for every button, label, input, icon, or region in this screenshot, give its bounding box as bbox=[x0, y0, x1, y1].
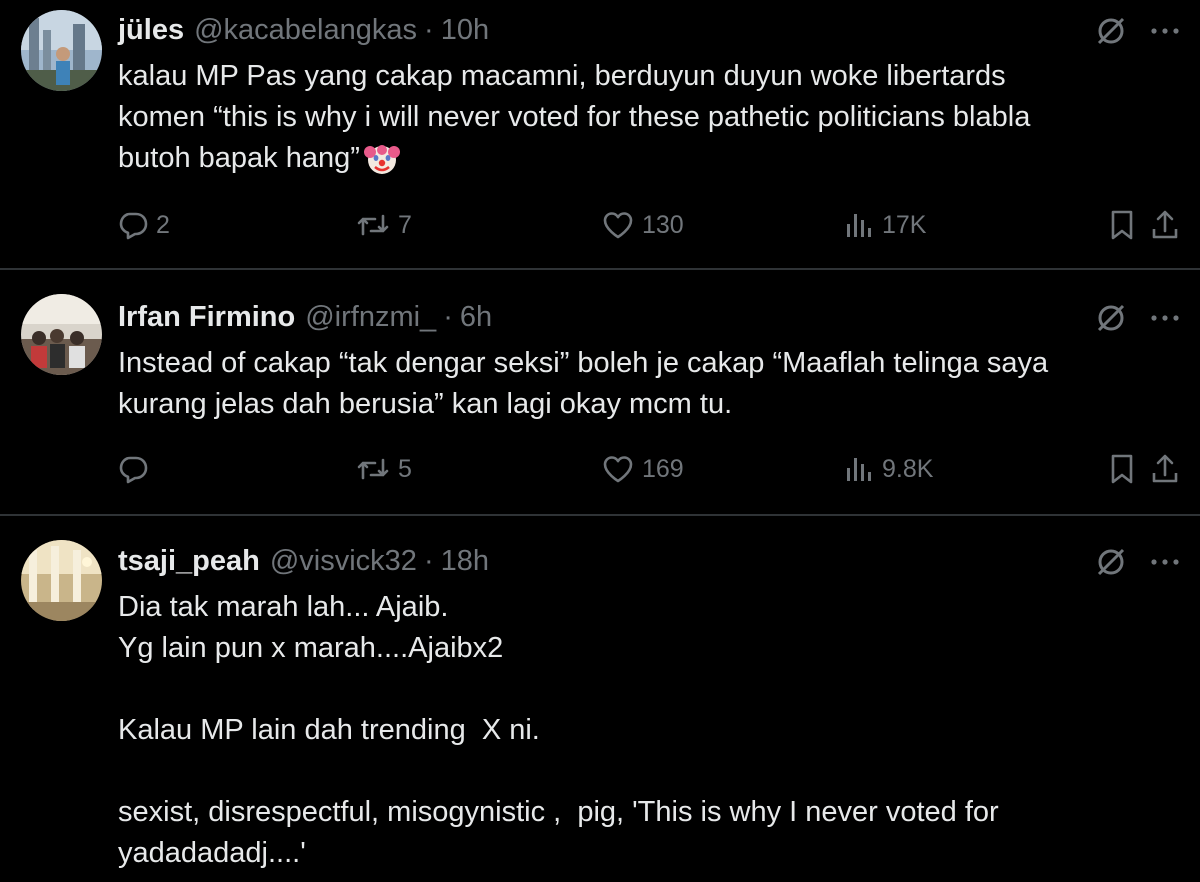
share-button[interactable] bbox=[1150, 205, 1180, 245]
reply-button[interactable] bbox=[118, 449, 156, 489]
tweet-text-line: komen “this is why i will never voted fo… bbox=[118, 101, 1031, 133]
reply-button[interactable]: 2 bbox=[118, 205, 170, 245]
reply-count: 2 bbox=[156, 210, 170, 239]
tweet[interactable]: tsaji_peah @visvick32 · 18h Dia tak mara… bbox=[0, 517, 1200, 882]
like-icon bbox=[603, 212, 633, 239]
tweet-top-actions bbox=[1094, 301, 1180, 335]
views-icon bbox=[847, 214, 871, 237]
bookmark-button[interactable] bbox=[1108, 205, 1136, 245]
timestamp[interactable]: 10h bbox=[441, 14, 489, 47]
views-button[interactable]: 17K bbox=[844, 205, 926, 245]
tweet-actions: 2 7 130 17K bbox=[118, 205, 1180, 245]
clown-face-icon bbox=[363, 141, 400, 177]
tweet-header: jüles @kacabelangkas · 10h bbox=[118, 10, 489, 50]
tweet[interactable]: Irfan Firmino @irfnzmi_ · 6h Instead of … bbox=[0, 271, 1200, 516]
repost-count: 7 bbox=[398, 210, 412, 239]
separator-dot: · bbox=[443, 300, 453, 333]
tweet-text-line: Instead of cakap “tak dengar seksi” bole… bbox=[118, 347, 1049, 379]
timestamp[interactable]: 6h bbox=[460, 301, 492, 334]
tweet-text-line: kurang jelas dah berusia” kan lagi okay … bbox=[118, 388, 733, 420]
like-count: 130 bbox=[642, 210, 684, 239]
repost-count: 5 bbox=[398, 454, 412, 483]
timestamp[interactable]: 18h bbox=[441, 545, 489, 578]
repost-button[interactable]: 5 bbox=[356, 449, 412, 489]
display-name[interactable]: jüles bbox=[118, 14, 184, 47]
views-count: 9.8K bbox=[882, 454, 934, 483]
avatar[interactable] bbox=[21, 540, 102, 621]
grok-icon[interactable] bbox=[1094, 14, 1128, 48]
tweet-text: Dia tak marah lah... Ajaib. Yg lain pun … bbox=[118, 587, 1160, 874]
more-icon[interactable] bbox=[1150, 313, 1180, 323]
tweet-text-line: yadadadadj....' bbox=[118, 837, 306, 869]
bookmark-icon bbox=[1111, 454, 1133, 484]
tweet-text: Instead of cakap “tak dengar seksi” bole… bbox=[118, 343, 1160, 425]
repost-icon bbox=[357, 458, 389, 480]
tweet-text-line bbox=[118, 751, 1160, 792]
bookmark-button[interactable] bbox=[1108, 449, 1136, 489]
like-button[interactable]: 169 bbox=[602, 449, 684, 489]
tweet-top-actions bbox=[1094, 14, 1180, 48]
views-button[interactable]: 9.8K bbox=[844, 449, 933, 489]
grok-icon[interactable] bbox=[1094, 545, 1128, 579]
avatar[interactable] bbox=[21, 294, 102, 375]
tweet-text-line: sexist, disrespectful, misogynistic , pi… bbox=[118, 796, 999, 828]
repost-button[interactable]: 7 bbox=[356, 205, 412, 245]
share-button[interactable] bbox=[1150, 449, 1180, 489]
separator-dot: · bbox=[424, 13, 434, 46]
like-count: 169 bbox=[642, 454, 684, 483]
tweet-text-segment: butoh bapak hang” bbox=[118, 142, 360, 174]
tweet-top-actions bbox=[1094, 545, 1180, 579]
tweet-actions: 5 169 9.8K bbox=[118, 449, 1180, 489]
display-name[interactable]: Irfan Firmino bbox=[118, 301, 295, 334]
user-handle[interactable]: @visvick32 bbox=[270, 545, 417, 578]
grok-icon[interactable] bbox=[1094, 301, 1128, 335]
bookmark-icon bbox=[1111, 210, 1133, 240]
tweet-text-line: Yg lain pun x marah....Ajaibx2 bbox=[118, 632, 504, 664]
views-icon bbox=[847, 458, 871, 481]
user-handle[interactable]: @kacabelangkas bbox=[194, 14, 417, 47]
share-icon bbox=[1152, 454, 1178, 483]
like-button[interactable]: 130 bbox=[602, 205, 684, 245]
reply-icon bbox=[119, 212, 148, 240]
tweet-text: kalau MP Pas yang cakap macamni, berduyu… bbox=[118, 56, 1160, 179]
tweet-header: Irfan Firmino @irfnzmi_ · 6h bbox=[118, 297, 492, 337]
more-icon[interactable] bbox=[1150, 557, 1180, 567]
display-name[interactable]: tsaji_peah bbox=[118, 545, 260, 578]
tweet[interactable]: jüles @kacabelangkas · 10h kalau MP Pas … bbox=[0, 0, 1200, 270]
separator-dot: · bbox=[423, 544, 434, 577]
user-handle[interactable]: @irfnzmi_ bbox=[305, 301, 436, 334]
avatar[interactable] bbox=[21, 10, 102, 91]
tweet-header: tsaji_peah @visvick32 · 18h bbox=[118, 541, 489, 581]
like-icon bbox=[603, 456, 633, 483]
repost-icon bbox=[357, 214, 389, 236]
tweet-text-line: kalau MP Pas yang cakap macamni, berduyu… bbox=[118, 60, 1006, 92]
tweet-text-line: Kalau MP lain dah trending X ni. bbox=[118, 714, 540, 746]
tweet-text-line: butoh bapak hang” bbox=[118, 138, 1160, 179]
tweet-text-line bbox=[118, 669, 1160, 710]
share-icon bbox=[1152, 210, 1178, 239]
views-count: 17K bbox=[882, 210, 927, 239]
tweet-text-line: Dia tak marah lah... Ajaib. bbox=[118, 591, 449, 623]
reply-icon bbox=[119, 456, 148, 484]
more-icon[interactable] bbox=[1150, 26, 1180, 36]
